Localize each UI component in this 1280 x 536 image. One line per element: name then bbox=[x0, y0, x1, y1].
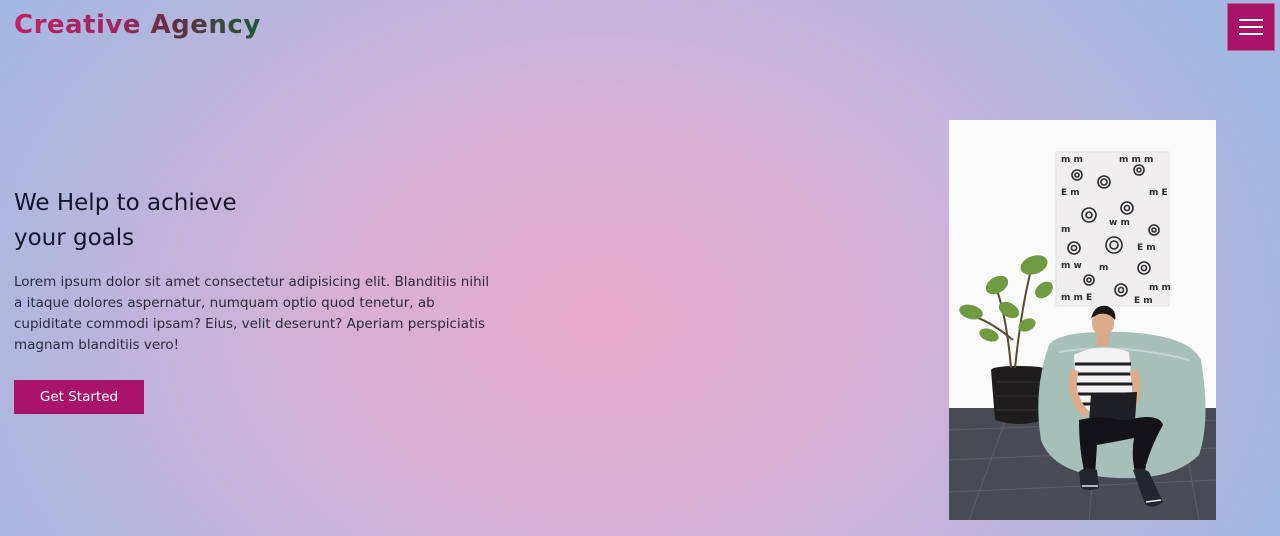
svg-text:m m: m m bbox=[1061, 155, 1083, 165]
hero-image: m m m m m E m m E w m m E m m w m m m m m E E … bbox=[949, 120, 1216, 520]
menu-bar bbox=[1239, 19, 1263, 21]
get-started-button[interactable]: Get Started bbox=[14, 380, 144, 414]
hero-title-line-1: We Help to achieve bbox=[14, 190, 237, 216]
hero-title: We Help to achieve your goals bbox=[14, 186, 414, 256]
brand-logo[interactable]: Creative Agency bbox=[14, 10, 261, 40]
hero-title-line-2: your goals bbox=[14, 225, 135, 251]
menu-bar bbox=[1239, 26, 1263, 28]
svg-text:m E: m E bbox=[1149, 188, 1168, 198]
hamburger-menu-icon[interactable] bbox=[1227, 3, 1275, 51]
menu-bar bbox=[1239, 33, 1263, 35]
svg-text:m w: m w bbox=[1061, 261, 1082, 271]
svg-text:E m: E m bbox=[1137, 243, 1156, 253]
svg-text:m: m bbox=[1061, 225, 1070, 235]
svg-text:E m: E m bbox=[1134, 296, 1153, 306]
hero-illustration: m m m m m E m m E w m m E m m w m m m m m E E … bbox=[949, 120, 1216, 520]
svg-text:m m E: m m E bbox=[1061, 293, 1092, 303]
svg-text:E m: E m bbox=[1061, 188, 1080, 198]
svg-text:m m: m m bbox=[1149, 283, 1171, 293]
hero-description: Lorem ipsum dolor sit amet consectetur a… bbox=[14, 274, 490, 353]
svg-text:m m m: m m m bbox=[1119, 155, 1153, 165]
svg-text:w m: w m bbox=[1109, 218, 1130, 228]
svg-text:m: m bbox=[1099, 263, 1108, 273]
